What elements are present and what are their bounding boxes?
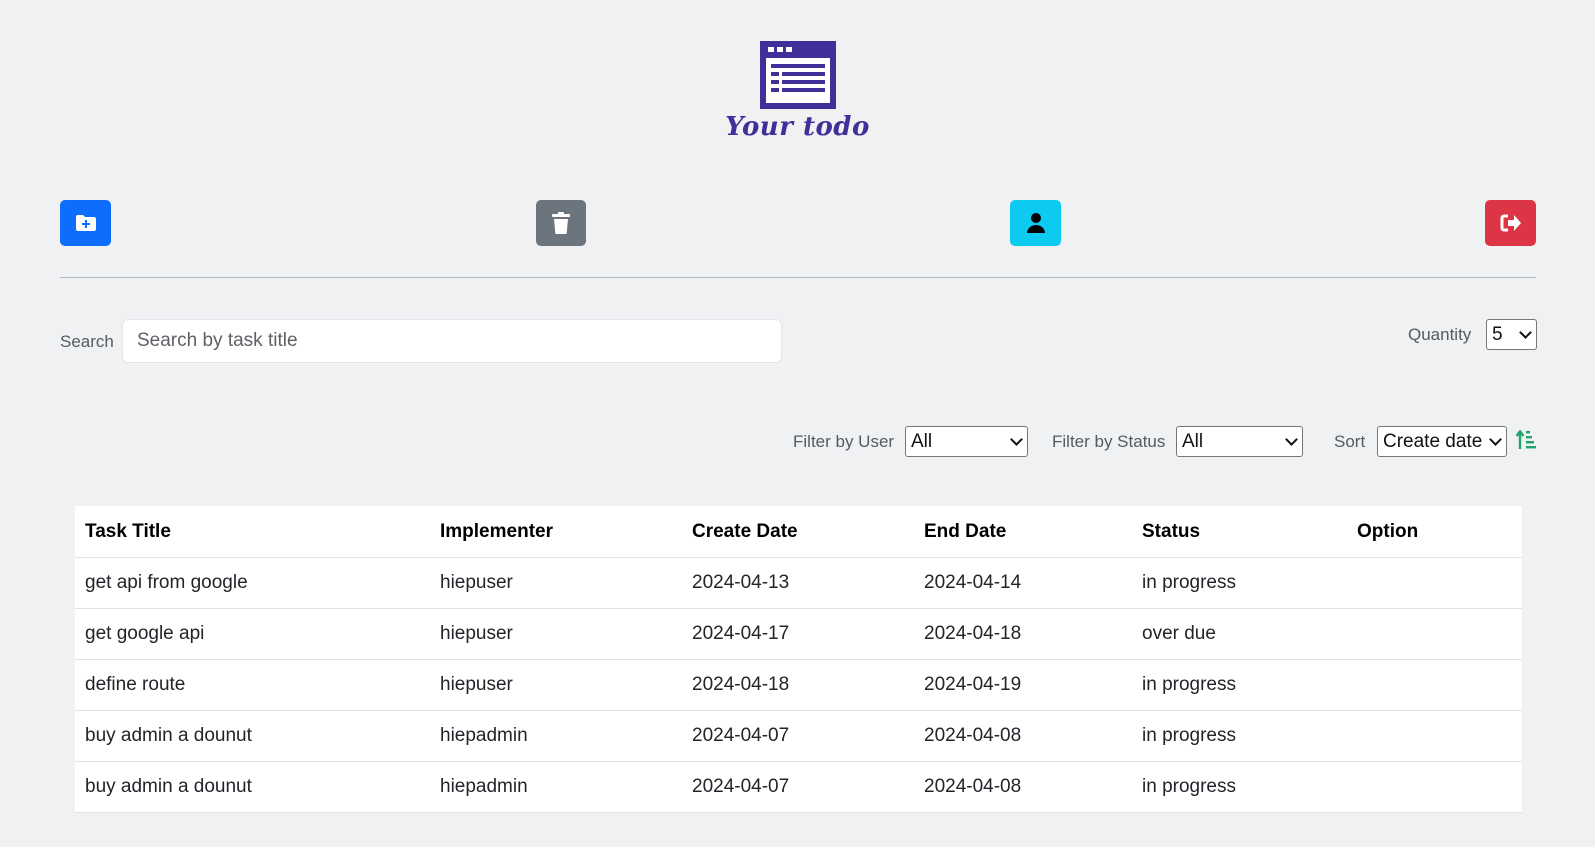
- column-header-end-date[interactable]: End Date: [914, 506, 1132, 558]
- implementer-cell: hiepadmin: [430, 761, 682, 813]
- implementer-cell: hiepadmin: [430, 710, 682, 762]
- option-cell: [1347, 557, 1522, 609]
- implementer-cell: hiepuser: [430, 608, 682, 660]
- end-date-cell: 2024-04-08: [914, 761, 1132, 813]
- profile-button[interactable]: [1010, 200, 1061, 246]
- task-title-cell: buy admin a dounut: [75, 710, 430, 762]
- status-cell: in progress: [1132, 557, 1347, 609]
- create-date-cell: 2024-04-13: [682, 557, 914, 609]
- column-header-implementer[interactable]: Implementer: [430, 506, 682, 558]
- create-date-cell: 2024-04-07: [682, 710, 914, 762]
- table-row[interactable]: define route hiepuser 2024-04-18 2024-04…: [75, 659, 1522, 711]
- folder-plus-icon: [75, 215, 96, 231]
- implementer-cell: hiepuser: [430, 659, 682, 711]
- create-date-cell: 2024-04-07: [682, 761, 914, 813]
- quantity-label: Quantity: [1408, 325, 1472, 344]
- status-cell: in progress: [1132, 761, 1347, 813]
- filter-user-label: Filter by User: [793, 432, 895, 451]
- create-date-cell: 2024-04-18: [682, 659, 914, 711]
- status-cell: in progress: [1132, 659, 1347, 711]
- logo-text: Your todo: [725, 112, 870, 142]
- column-header-option: Option: [1347, 506, 1522, 558]
- status-cell: in progress: [1132, 710, 1347, 762]
- task-table: Task Title Implementer Create Date End D…: [75, 506, 1522, 813]
- table-row[interactable]: get api from google hiepuser 2024-04-13 …: [75, 557, 1522, 609]
- table-row[interactable]: buy admin a dounut hiepadmin 2024-04-07 …: [75, 710, 1522, 762]
- filter-user-select[interactable]: All: [905, 426, 1028, 457]
- app: Your todo Search Quantity 5: [0, 0, 1595, 847]
- option-cell: [1347, 710, 1522, 762]
- logo: Your todo: [0, 40, 1595, 142]
- create-date-cell: 2024-04-17: [682, 608, 914, 660]
- logout-button[interactable]: [1485, 200, 1536, 246]
- search-label: Search: [60, 332, 114, 351]
- table-header-row: Task Title Implementer Create Date End D…: [75, 506, 1522, 558]
- table-row[interactable]: buy admin a dounut hiepadmin 2024-04-07 …: [75, 761, 1522, 813]
- task-title-cell: get google api: [75, 608, 430, 660]
- chevron-down-icon: [1489, 433, 1502, 446]
- task-title-cell: buy admin a dounut: [75, 761, 430, 813]
- end-date-cell: 2024-04-18: [914, 608, 1132, 660]
- sort-value: Create date: [1383, 431, 1483, 452]
- trash-icon: [552, 212, 570, 234]
- table-row[interactable]: get google api hiepuser 2024-04-17 2024-…: [75, 608, 1522, 660]
- add-task-button[interactable]: [60, 200, 111, 246]
- column-header-status[interactable]: Status: [1132, 506, 1347, 558]
- option-cell: [1347, 608, 1522, 660]
- end-date-cell: 2024-04-14: [914, 557, 1132, 609]
- task-title-cell: get api from google: [75, 557, 430, 609]
- sort-select[interactable]: Create date: [1377, 426, 1507, 457]
- quantity-select[interactable]: 5: [1486, 319, 1537, 350]
- end-date-cell: 2024-04-19: [914, 659, 1132, 711]
- option-cell: [1347, 659, 1522, 711]
- filter-status-select[interactable]: All: [1176, 426, 1303, 457]
- task-title-cell: define route: [75, 659, 430, 711]
- filter-status-value: All: [1182, 431, 1204, 452]
- delete-button[interactable]: [536, 200, 586, 246]
- chevron-down-icon: [1010, 433, 1023, 446]
- filter-user-value: All: [911, 431, 933, 452]
- sort-label: Sort: [1334, 432, 1366, 451]
- implementer-cell: hiepuser: [430, 557, 682, 609]
- chevron-down-icon: [1519, 326, 1532, 339]
- divider: [60, 277, 1536, 278]
- column-header-create-date[interactable]: Create Date: [682, 506, 914, 558]
- option-cell: [1347, 761, 1522, 813]
- logout-icon: [1500, 214, 1521, 232]
- sort-ascending-icon[interactable]: [1516, 429, 1537, 450]
- end-date-cell: 2024-04-08: [914, 710, 1132, 762]
- quantity-value: 5: [1492, 324, 1503, 345]
- search-input[interactable]: [122, 319, 782, 363]
- todo-list-icon: [759, 41, 836, 109]
- column-header-task-title[interactable]: Task Title: [75, 506, 430, 558]
- status-cell: over due: [1132, 608, 1347, 660]
- filter-status-label: Filter by Status: [1052, 432, 1166, 451]
- chevron-down-icon: [1285, 433, 1298, 446]
- user-icon: [1026, 213, 1045, 233]
